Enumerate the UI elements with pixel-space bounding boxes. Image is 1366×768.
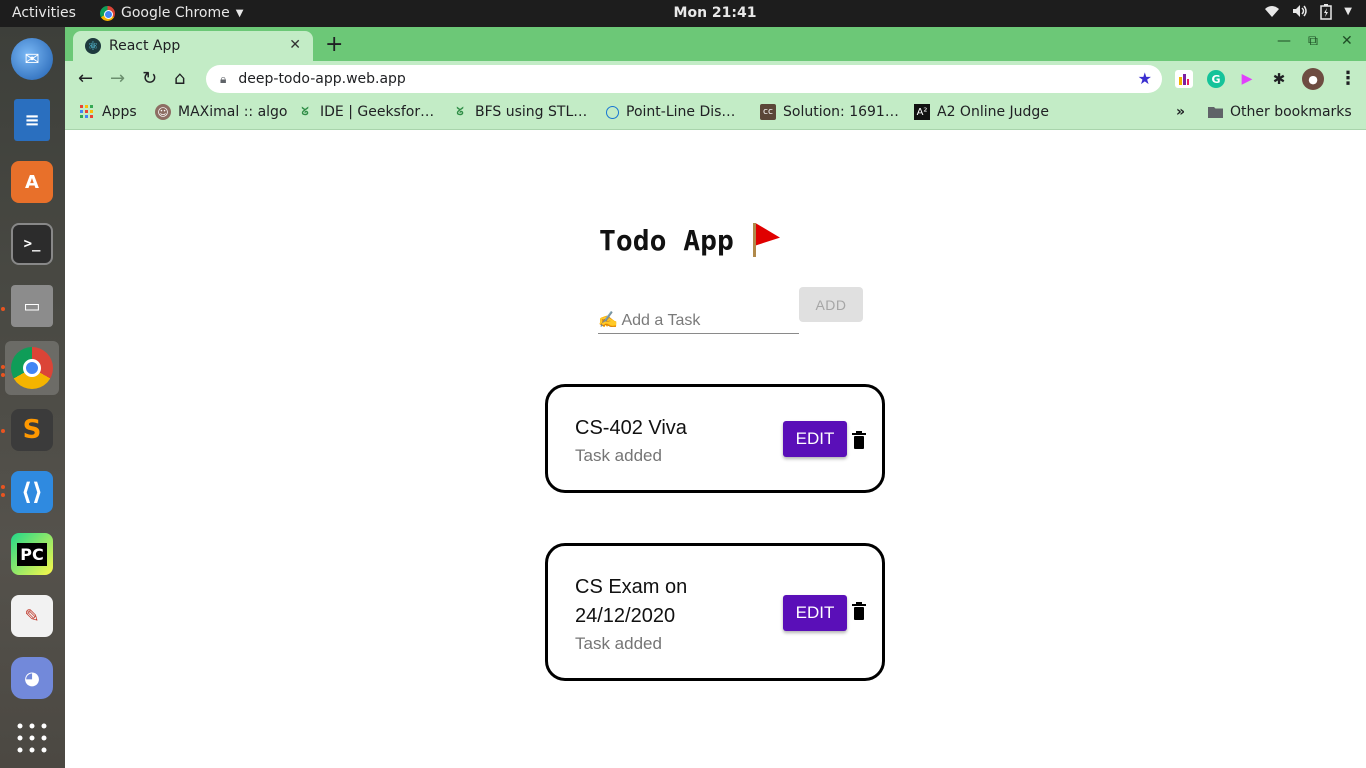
bookmarks-bar: Apps ☺ MAXimal :: algo ᘜ IDE | Geeksfor…… xyxy=(65,97,1366,130)
pycharm-icon: PC xyxy=(11,533,53,575)
url-text: deep-todo-app.web.app xyxy=(238,71,406,87)
dock-sublime[interactable]: S xyxy=(5,403,59,457)
folder-icon xyxy=(1207,104,1223,120)
bookmark-geeks-ide[interactable]: ᘜ IDE | Geeksfor… xyxy=(297,104,434,120)
dock-pycharm[interactable]: PC xyxy=(5,527,59,581)
react-icon: ⚛ xyxy=(85,38,101,54)
app-title: Todo App xyxy=(599,223,782,257)
sublime-text-icon: S xyxy=(11,409,53,451)
apps-grid-icon xyxy=(79,104,95,120)
tab-strip: ⚛ React App ✕ + — ⧉ ✕ xyxy=(65,27,1366,61)
battery-icon xyxy=(1320,4,1333,24)
tab-react-app[interactable]: ⚛ React App ✕ xyxy=(73,31,313,61)
dock-terminal[interactable]: >_ xyxy=(5,217,59,271)
dock-writer[interactable]: ≡ xyxy=(5,93,59,147)
add-task-placeholder: ✍️ Add a Task xyxy=(598,312,701,329)
address-bar[interactable]: 🔒︎ deep-todo-app.web.app ★ xyxy=(206,65,1162,93)
other-bookmarks-label: Other bookmarks xyxy=(1230,104,1352,120)
dock-thunderbird[interactable]: ✉ xyxy=(5,32,59,86)
chrome-icon xyxy=(11,347,53,389)
chevron-down-icon: ▼ xyxy=(1344,6,1352,17)
writer-icon: ≡ xyxy=(14,99,50,141)
text-editor-icon: ✎ xyxy=(11,595,53,637)
bookmark-label: BFS using STL… xyxy=(475,104,588,120)
bookmark-point-line[interactable]: Point-Line Dis… xyxy=(606,104,735,120)
bookmark-bfs-stl[interactable]: ᘜ BFS using STL… xyxy=(452,104,587,120)
geeksforgeeks-favicon: ᘜ xyxy=(456,105,464,118)
bookmark-label: Apps xyxy=(102,104,137,120)
bookmark-maximal[interactable]: ☺ MAXimal :: algo xyxy=(155,104,288,120)
bookmarks-overflow-button[interactable]: » xyxy=(1176,104,1185,120)
dock-show-apps[interactable] xyxy=(5,711,59,765)
restore-icon[interactable]: ⧉ xyxy=(1308,33,1318,49)
other-bookmarks[interactable]: Other bookmarks xyxy=(1207,104,1352,120)
red-flag-icon xyxy=(752,223,782,257)
bookmark-star-icon[interactable]: ★ xyxy=(1138,69,1152,88)
bookmark-label: Point-Line Dis… xyxy=(626,104,736,120)
discord-icon: ◕ xyxy=(11,657,53,699)
system-tray[interactable]: ▼ xyxy=(1264,4,1352,24)
task-status: Task added xyxy=(575,446,662,465)
bookmark-label: A2 Online Judge xyxy=(937,104,1049,120)
globe-favicon xyxy=(606,105,619,119)
bookmark-apps[interactable]: Apps xyxy=(79,104,137,120)
volume-icon xyxy=(1292,4,1308,24)
dock-software[interactable]: A xyxy=(5,155,59,209)
terminal-icon: >_ xyxy=(11,223,53,265)
forward-icon[interactable]: → xyxy=(110,68,125,89)
extensions-puzzle-icon[interactable]: ✱ xyxy=(1270,70,1288,88)
files-icon: ▭ xyxy=(11,285,53,327)
wifi-icon xyxy=(1264,4,1280,24)
extension-chart-icon[interactable] xyxy=(1175,70,1193,88)
new-tab-button[interactable]: + xyxy=(325,32,343,57)
task-status: Task added xyxy=(575,634,662,653)
clock[interactable]: Mon 21:41 xyxy=(0,5,1366,21)
back-icon[interactable]: ← xyxy=(78,68,93,89)
dock-chrome[interactable] xyxy=(5,341,59,395)
add-task-button[interactable]: ADD xyxy=(799,287,863,322)
thunderbird-icon: ✉ xyxy=(11,38,53,80)
edit-button[interactable]: EDIT xyxy=(783,595,847,631)
dock-vscode[interactable]: ⟨⟩ xyxy=(5,465,59,519)
dock-discord[interactable]: ◕ xyxy=(5,651,59,705)
browser-toolbar: ← → ↻ ⌂ 🔒︎ deep-todo-app.web.app ★ G ▶ ✱… xyxy=(65,61,1366,97)
close-window-icon[interactable]: ✕ xyxy=(1341,33,1353,49)
trash-icon[interactable] xyxy=(850,601,868,621)
maximal-favicon: ☺ xyxy=(155,104,171,120)
bookmark-label: Solution: 1691… xyxy=(783,104,899,120)
vscode-icon: ⟨⟩ xyxy=(11,471,53,513)
dock-text-editor[interactable]: ✎ xyxy=(5,589,59,643)
geeksforgeeks-favicon: ᘜ xyxy=(301,105,309,118)
tab-title: React App xyxy=(109,38,181,54)
software-center-icon: A xyxy=(11,161,53,203)
app-title-text: Todo App xyxy=(599,223,734,257)
profile-avatar[interactable]: ● xyxy=(1302,68,1324,90)
dock-files[interactable]: ▭ xyxy=(5,279,59,333)
bookmark-label: MAXimal :: algo xyxy=(178,104,288,120)
more-menu-icon[interactable]: ⋮ xyxy=(1339,68,1357,89)
grammarly-icon[interactable]: G xyxy=(1207,70,1225,88)
task-card: CS Exam on 24/12/2020 Task added EDIT xyxy=(545,543,885,681)
task-card: CS-402 Viva Task added EDIT xyxy=(545,384,885,493)
task-title: CS Exam on 24/12/2020 xyxy=(575,576,688,627)
home-icon[interactable]: ⌂ xyxy=(174,68,185,89)
edit-button[interactable]: EDIT xyxy=(783,421,847,457)
reload-icon[interactable]: ↻ xyxy=(142,68,157,89)
lock-icon: 🔒︎ xyxy=(220,71,227,86)
system-top-bar: Activities Google Chrome ▼ Mon 21:41 ▼ xyxy=(0,0,1366,27)
apps-grid-icon xyxy=(17,723,47,753)
close-icon[interactable]: ✕ xyxy=(289,37,301,53)
minimize-icon[interactable]: — xyxy=(1277,33,1291,49)
add-task-input[interactable]: ✍️ Add a Task xyxy=(598,301,799,334)
trash-icon[interactable] xyxy=(850,430,868,450)
a2oj-favicon: A² xyxy=(914,104,930,120)
bookmark-label: IDE | Geeksfor… xyxy=(320,104,435,120)
bookmark-solution[interactable]: cc Solution: 1691… xyxy=(760,104,899,120)
task-title: CS-402 Viva xyxy=(575,417,687,439)
bookmark-a2oj[interactable]: A² A2 Online Judge xyxy=(914,104,1049,120)
dock: ✉ ≡ A >_ ▭ S ⟨⟩ PC ✎ ◕ xyxy=(0,27,65,768)
page-content: Todo App ✍️ Add a Task ADD CS-402 Viva T… xyxy=(65,131,1366,768)
extension-arrow-icon[interactable]: ▶ xyxy=(1238,70,1256,88)
codechef-favicon: cc xyxy=(760,104,776,120)
